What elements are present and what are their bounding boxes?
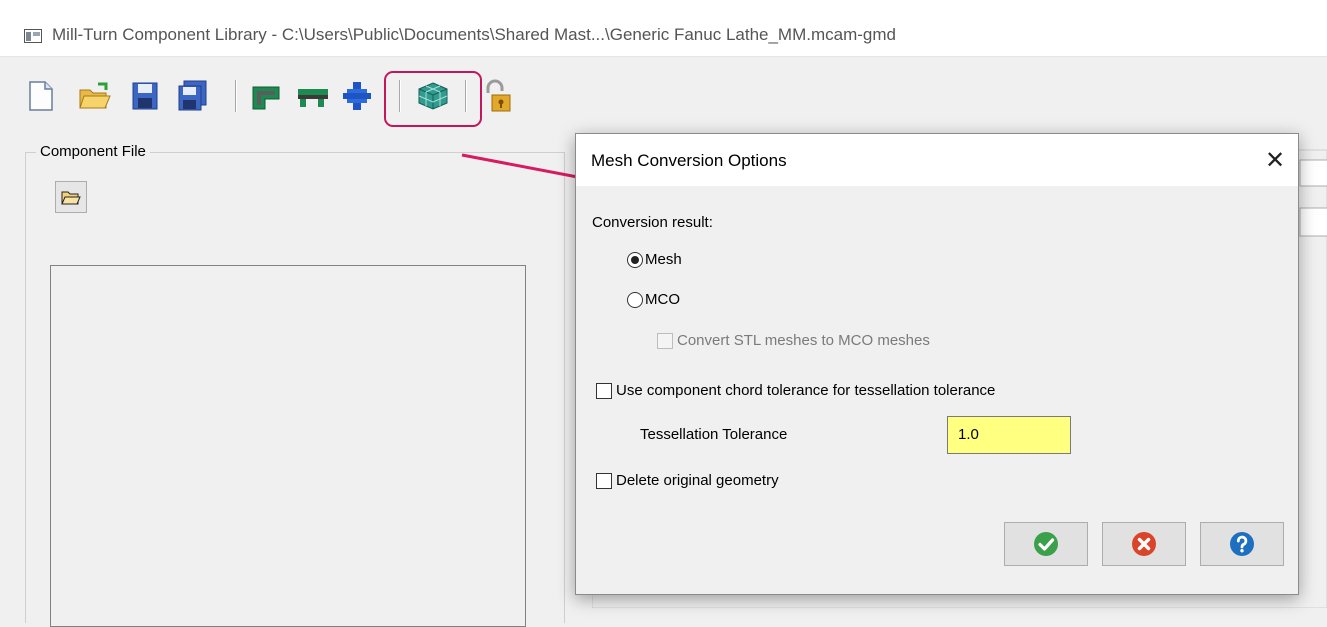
save-icon xyxy=(132,82,158,110)
open-file-button[interactable] xyxy=(78,79,112,113)
window-titlebar: Mill-Turn Component Library - C:\Users\P… xyxy=(0,0,1327,57)
save-as-icon xyxy=(178,80,207,111)
close-button[interactable]: ✕ xyxy=(1256,141,1294,179)
component-stripe-button[interactable] xyxy=(296,79,330,113)
save-as-button[interactable] xyxy=(176,79,210,113)
open-folder-icon xyxy=(61,191,81,205)
tessellation-tolerance-input[interactable]: 1.0 xyxy=(947,416,1071,454)
mco-radio[interactable] xyxy=(627,292,643,308)
tessellation-tolerance-label: Tessellation Tolerance xyxy=(640,426,788,443)
component-green-button[interactable] xyxy=(250,79,284,113)
convert-stl-checkbox[interactable] xyxy=(657,333,673,349)
cancel-button[interactable] xyxy=(1102,522,1186,566)
conversion-result-label: Conversion result: xyxy=(592,214,713,231)
dialog-title: Mesh Conversion Options xyxy=(591,151,787,170)
close-icon: ✕ xyxy=(1264,146,1286,174)
open-folder-icon xyxy=(79,82,111,109)
component-blue-icon xyxy=(343,82,371,110)
mesh-radio-label[interactable]: Mesh xyxy=(645,251,682,268)
component-file-label: Component File xyxy=(36,143,150,160)
component-green-icon xyxy=(252,86,280,110)
mesh-conversion-dialog: Mesh Conversion Options ✕ Conversion res… xyxy=(575,133,1299,595)
lock-icon xyxy=(486,79,511,112)
window-title: Mill-Turn Component Library - C:\Users\P… xyxy=(52,25,896,44)
use-chord-tolerance-checkbox[interactable] xyxy=(596,383,612,399)
use-chord-tolerance-label[interactable]: Use component chord tolerance for tessel… xyxy=(616,382,995,399)
mco-radio-label[interactable]: MCO xyxy=(645,291,680,308)
new-file-button[interactable] xyxy=(24,79,58,113)
component-blue-button[interactable] xyxy=(340,79,374,113)
save-button[interactable] xyxy=(128,79,162,113)
open-component-button[interactable] xyxy=(55,181,87,213)
convert-stl-label: Convert STL meshes to MCO meshes xyxy=(677,332,930,349)
component-stripe-icon xyxy=(298,89,328,107)
help-icon xyxy=(1230,532,1254,556)
new-file-icon xyxy=(29,81,53,111)
help-button[interactable] xyxy=(1200,522,1284,566)
app-window-icon xyxy=(24,29,42,43)
delete-original-checkbox[interactable] xyxy=(596,473,612,489)
cancel-icon xyxy=(1132,532,1156,556)
component-preview xyxy=(50,265,526,627)
ok-button[interactable] xyxy=(1004,522,1088,566)
dialog-titlebar: Mesh Conversion Options ✕ xyxy=(576,134,1298,186)
lock-button[interactable] xyxy=(480,79,514,113)
delete-original-label[interactable]: Delete original geometry xyxy=(616,472,779,489)
mesh-button-highlight xyxy=(384,71,482,127)
mesh-radio[interactable] xyxy=(627,252,643,268)
check-icon xyxy=(1034,532,1058,556)
toolbar-separator xyxy=(235,80,237,112)
